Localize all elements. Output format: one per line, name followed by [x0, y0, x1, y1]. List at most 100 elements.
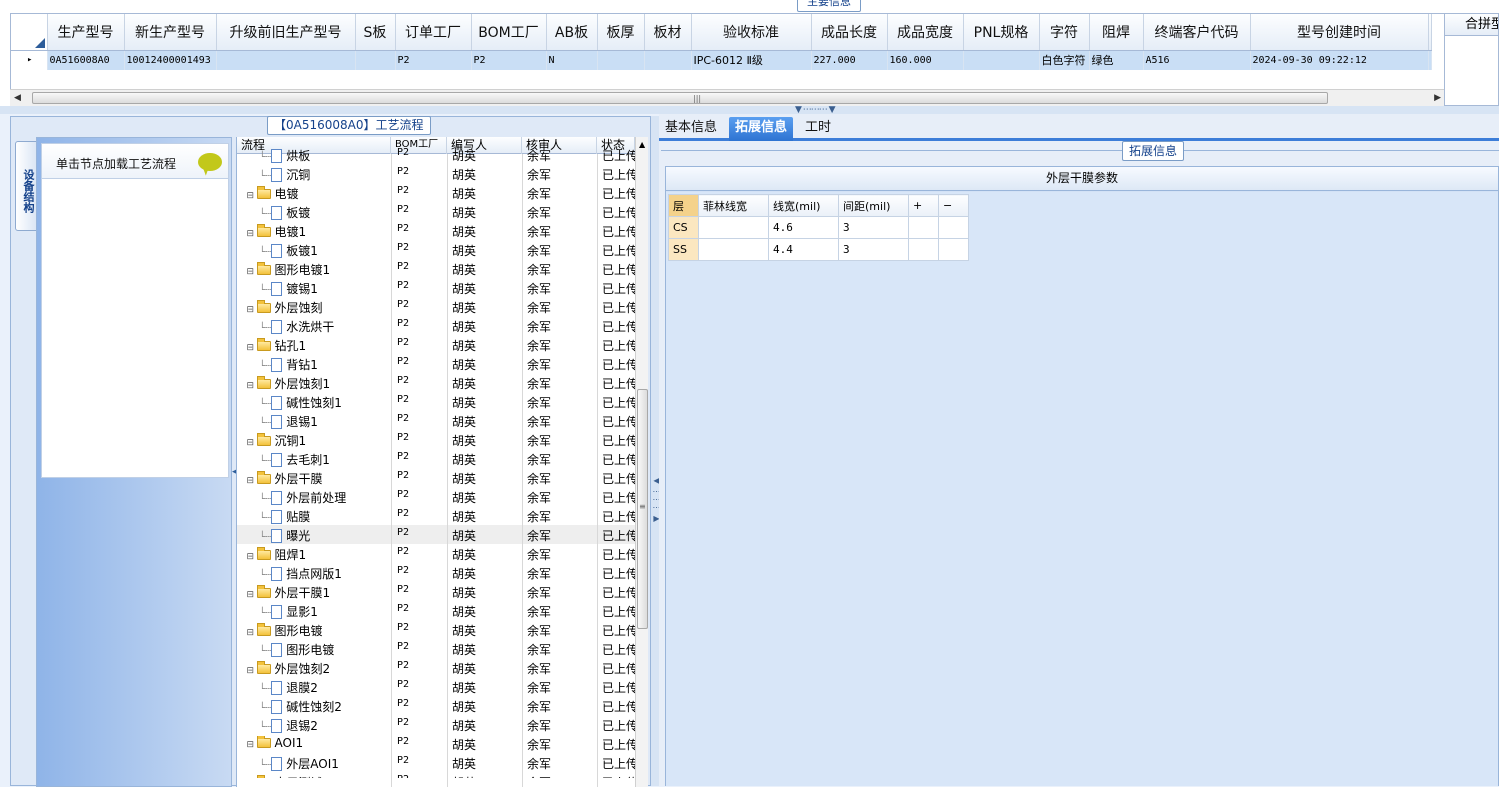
collapse-node-icon[interactable]: ⊟ — [247, 628, 255, 638]
tree-row[interactable]: └┄ 外层AOI1 P2 胡英 余军 已上传 — [237, 753, 635, 772]
tree-row[interactable]: ⊟ 外层干膜1 P2 胡英 余军 已上传 — [237, 582, 635, 601]
collapse-node-icon[interactable]: ⊟ — [247, 305, 255, 315]
row-indicator-icon[interactable]: ▸ — [11, 50, 48, 70]
grid-cell[interactable]: P2 — [471, 50, 547, 70]
main-info-hscrollbar[interactable]: ◀ ||| ▶ — [10, 89, 1445, 106]
vscroll-thumb[interactable]: ≡ — [637, 389, 648, 629]
tree-node[interactable]: └┄ 贴膜 — [237, 508, 391, 525]
param-column-header[interactable]: 线宽(mil) — [768, 194, 839, 217]
grid-cell[interactable]: 10012400001493 — [124, 50, 217, 70]
tree-node[interactable]: └┄ 显影1 — [237, 603, 391, 620]
tree-row[interactable]: └┄ 碱性蚀刻2 P2 胡英 余军 已上传 — [237, 696, 635, 715]
scroll-up-icon[interactable]: ▲ — [639, 140, 645, 149]
tree-node[interactable]: ⊟ 外层干膜 — [237, 470, 391, 487]
column-header[interactable]: S板 — [355, 14, 396, 51]
collapse-node-icon[interactable]: ⊟ — [247, 191, 255, 201]
column-header[interactable]: PNL规格 — [963, 14, 1040, 51]
param-cell[interactable]: 3 — [838, 216, 909, 239]
tree-node[interactable]: └┄ 水洗烘干 — [237, 318, 391, 335]
scroll-right-icon[interactable]: ▶ — [1434, 93, 1441, 103]
collapse-node-icon[interactable]: ⊟ — [247, 381, 255, 391]
param-cell[interactable]: 4.4 — [768, 238, 839, 261]
tree-row[interactable]: ⊟ 外层蚀刻1 P2 胡英 余军 已上传 — [237, 373, 635, 392]
tree-node[interactable]: └┄ 板镀1 — [237, 242, 391, 259]
column-header[interactable]: AB板 — [546, 14, 598, 51]
tree-node[interactable]: └┄ 图形电镀 — [237, 641, 391, 658]
tab-work-hours[interactable]: 工时 — [799, 117, 837, 141]
tab-extended-info[interactable]: 拓展信息 — [729, 117, 794, 141]
param-row[interactable]: SS 4.4 3 — [668, 238, 969, 261]
column-header[interactable]: 字符 — [1039, 14, 1090, 51]
tree-node[interactable]: ⊟ 电镀 — [237, 185, 391, 202]
tree-node[interactable]: └┄ 退锡2 — [237, 717, 391, 734]
collapse-node-icon[interactable]: ⊟ — [247, 740, 255, 750]
tree-row[interactable]: ⊟ 阻焊1 P2 胡英 余军 已上传 — [237, 544, 635, 563]
tree-node[interactable]: ⊟ 外层干膜1 — [237, 584, 391, 601]
tree-row[interactable]: └┄ 外层前处理 P2 胡英 余军 已上传 — [237, 487, 635, 506]
tree-row[interactable]: └┄ 退膜2 P2 胡英 余军 已上传 — [237, 677, 635, 696]
column-header[interactable]: 升级前旧生产型号 — [216, 14, 356, 51]
scroll-left-icon[interactable]: ◀ — [14, 93, 21, 103]
tree-node[interactable]: └┄ 去毛刺1 — [237, 451, 391, 468]
tree-node[interactable]: └┄ 板镀 — [237, 204, 391, 221]
grid-cell[interactable]: 0A516008A0 — [47, 50, 125, 70]
tree-row[interactable]: └┄ 沉铜 P2 胡英 余军 已上传 — [237, 164, 635, 183]
param-cell[interactable] — [908, 216, 939, 239]
tree-row[interactable]: └┄ 挡点网版1 P2 胡英 余军 已上传 — [237, 563, 635, 582]
accordion-header[interactable]: 单击节点加载工艺流程 — [41, 143, 229, 179]
horizontal-splitter[interactable]: ▼ ⋯⋯⋯ ▼ — [0, 105, 1499, 115]
collapse-node-icon[interactable]: ⊟ — [247, 476, 255, 486]
collapse-node-icon[interactable]: ⊟ — [247, 552, 255, 562]
grid-cell[interactable] — [597, 50, 645, 70]
grid-cell[interactable]: 白色字符 — [1039, 50, 1090, 70]
tree-row[interactable]: └┄ 镀锡1 P2 胡英 余军 已上传 — [237, 278, 635, 297]
param-cell[interactable] — [698, 238, 769, 261]
column-header[interactable]: 生产型号 — [47, 14, 125, 51]
tree-node[interactable]: └┄ 烘板 — [237, 147, 391, 164]
tree-node[interactable]: └┄ 外层AOI1 — [237, 755, 391, 772]
param-cell[interactable]: 3 — [838, 238, 909, 261]
grid-corner-select-all[interactable] — [11, 14, 48, 51]
tree-row[interactable]: └┄ 曝光 P2 胡英 余军 已上传 — [237, 525, 635, 544]
layer-cell[interactable]: CS — [668, 216, 699, 239]
grid-cell[interactable]: A516 — [1143, 50, 1251, 70]
tree-row[interactable]: └┄ 板镀1 P2 胡英 余军 已上传 — [237, 240, 635, 259]
tree-node[interactable]: ⊟ 外层蚀刻 — [237, 299, 391, 316]
grid-cell[interactable]: IPC-6012 Ⅱ级 — [691, 50, 812, 70]
column-header[interactable]: 成品宽度 — [887, 14, 964, 51]
tree-row[interactable]: └┄ 贴膜 P2 胡英 余军 已上传 — [237, 506, 635, 525]
remove-column-button[interactable]: − — [938, 194, 969, 217]
tree-node[interactable]: ⊟电子测试1 — [237, 774, 391, 778]
tree-row[interactable]: ⊟ 电镀1 P2 胡英 余军 已上传 — [237, 221, 635, 240]
tree-row[interactable]: └┄ 图形电镀 P2 胡英 余军 已上传 — [237, 639, 635, 658]
param-cell[interactable] — [938, 216, 969, 239]
tree-row[interactable]: └┄ 烘板 P2 胡英 余军 已上传 — [237, 145, 635, 164]
tree-node[interactable]: └┄ 沉铜 — [237, 166, 391, 183]
param-cell[interactable] — [938, 238, 969, 261]
tree-row[interactable]: └┄ 退锡1 P2 胡英 余军 已上传 — [237, 411, 635, 430]
collapse-node-icon[interactable]: ⊟ — [247, 666, 255, 676]
collapse-node-icon[interactable]: ⊟ — [247, 438, 255, 448]
grid-cell[interactable]: P2 — [395, 50, 472, 70]
tree-row[interactable]: └┄ 显影1 P2 胡英 余军 已上传 — [237, 601, 635, 620]
column-header[interactable]: 终端客户代码 — [1143, 14, 1251, 51]
grid-cell[interactable] — [963, 50, 1040, 70]
param-column-header[interactable]: 间距(mil) — [838, 194, 909, 217]
tree-node[interactable]: ⊟ 电镀1 — [237, 223, 391, 240]
collapse-node-icon[interactable]: ⊟ — [247, 590, 255, 600]
tree-node[interactable]: └┄ 挡点网版1 — [237, 565, 391, 582]
layer-cell[interactable]: SS — [668, 238, 699, 261]
column-header[interactable]: 新生产型号 — [124, 14, 217, 51]
column-header[interactable]: 板材 — [644, 14, 692, 51]
param-cell[interactable] — [908, 238, 939, 261]
tree-node[interactable]: ⊟ 钻孔1 — [237, 337, 391, 354]
tree-node[interactable]: ⊟ AOI1 — [237, 736, 391, 753]
vertical-splitter[interactable]: ◀ ⋮⋮⋮ ▶ — [651, 116, 661, 786]
grid-cell[interactable] — [644, 50, 692, 70]
column-header[interactable]: 成品长度 — [811, 14, 888, 51]
main-info-row[interactable]: ▸ 0A516008A0 10012400001493 P2 P2 N IPC-6012 … — [11, 50, 1432, 70]
tree-node[interactable]: ⊟ 沉铜1 — [237, 432, 391, 449]
tree-row[interactable]: ⊟ 图形电镀 P2 胡英 余军 已上传 — [237, 620, 635, 639]
tree-row[interactable]: └┄ 背钻1 P2 胡英 余军 已上传 — [237, 354, 635, 373]
tree-row[interactable]: ⊟ 钻孔1 P2 胡英 余军 已上传 — [237, 335, 635, 354]
